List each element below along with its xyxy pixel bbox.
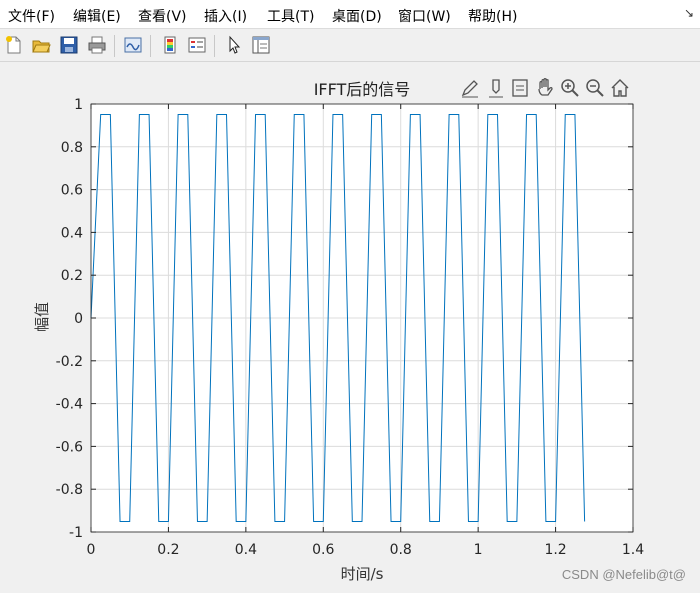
menu-window[interactable]: 窗口(W) (398, 6, 451, 26)
x-tick-label: 0.6 (312, 542, 334, 558)
brush-icon[interactable] (461, 80, 478, 98)
y-tick-label: -0.4 (56, 397, 83, 413)
toolbar-separator (114, 35, 115, 57)
home-icon[interactable] (611, 79, 629, 97)
menu-tools[interactable]: 工具(T) (267, 6, 314, 26)
insert-legend-icon[interactable] (185, 33, 209, 57)
y-tick-label: 0.6 (61, 183, 83, 199)
menu-desktop[interactable]: 桌面(D) (332, 6, 382, 26)
menu-bar: 文件(F) 编辑(E) 查看(V) 插入(I) 工具(T) 桌面(D) 窗口(W… (0, 0, 700, 29)
line-chart[interactable]: 1 0.8 0.6 0.4 0.2 0 -0.2 -0.4 -0.6 -0.8 -1 0 0.2 0.4… (0, 62, 700, 589)
property-inspector-icon[interactable] (249, 33, 273, 57)
x-tick-label: 0.4 (235, 542, 257, 558)
link-plot-icon[interactable] (121, 33, 145, 57)
figure-toolbar (0, 29, 700, 62)
watermark-text: CSDN @Nefelib@t@ (561, 567, 686, 582)
print-icon[interactable] (85, 33, 109, 57)
x-tick-label: 0.2 (157, 542, 179, 558)
x-tick-label: 1 (474, 542, 483, 558)
menu-edit[interactable]: 编辑(E) (73, 6, 121, 26)
grid-lines (90, 103, 634, 533)
edit-plot-pointer-icon[interactable] (222, 33, 246, 57)
menu-help[interactable]: 帮助(H) (468, 6, 517, 26)
save-icon[interactable] (57, 33, 81, 57)
x-tick-label: 1.2 (544, 542, 566, 558)
axes-toolbar (461, 78, 629, 98)
zoom-in-icon[interactable] (561, 79, 579, 97)
y-tick-label: 1 (74, 97, 83, 113)
zoom-out-icon[interactable] (586, 79, 604, 97)
menu-file[interactable]: 文件(F) (8, 6, 55, 26)
pan-icon[interactable] (538, 78, 553, 96)
y-tick-label: -0.8 (56, 482, 83, 498)
toolbar-separator (214, 35, 215, 57)
y-tick-label: 0.8 (61, 140, 83, 156)
menu-view[interactable]: 查看(V) (138, 6, 187, 26)
toolbar-separator (150, 35, 151, 57)
figure-area: 1 0.8 0.6 0.4 0.2 0 -0.2 -0.4 -0.6 -0.8 -1 0 0.2 0.4… (0, 62, 700, 589)
x-tick-label: 0.8 (390, 542, 412, 558)
y-tick-label: -0.6 (56, 439, 83, 455)
y-tick-label: 0.2 (61, 268, 83, 284)
y-tick-label: 0.4 (61, 225, 83, 241)
y-tick-label: -0.2 (56, 354, 83, 370)
x-axis-label: 时间/s (341, 565, 384, 583)
chart-title: IFFT后的信号 (314, 80, 411, 99)
y-tick-label: -1 (69, 525, 83, 541)
new-figure-icon[interactable] (2, 33, 26, 57)
x-tick-label: 0 (87, 542, 96, 558)
dock-arrow-icon[interactable]: ↘ (684, 6, 694, 20)
export-icon[interactable] (512, 79, 528, 97)
y-axis-label: 幅值 (33, 302, 51, 332)
y-tick-label: 0 (74, 311, 83, 327)
insert-colorbar-icon[interactable] (158, 33, 182, 57)
menu-insert[interactable]: 插入(I) (204, 6, 247, 26)
data-tips-icon[interactable] (489, 79, 503, 98)
open-file-icon[interactable] (29, 33, 53, 57)
x-tick-label: 1.4 (622, 542, 644, 558)
